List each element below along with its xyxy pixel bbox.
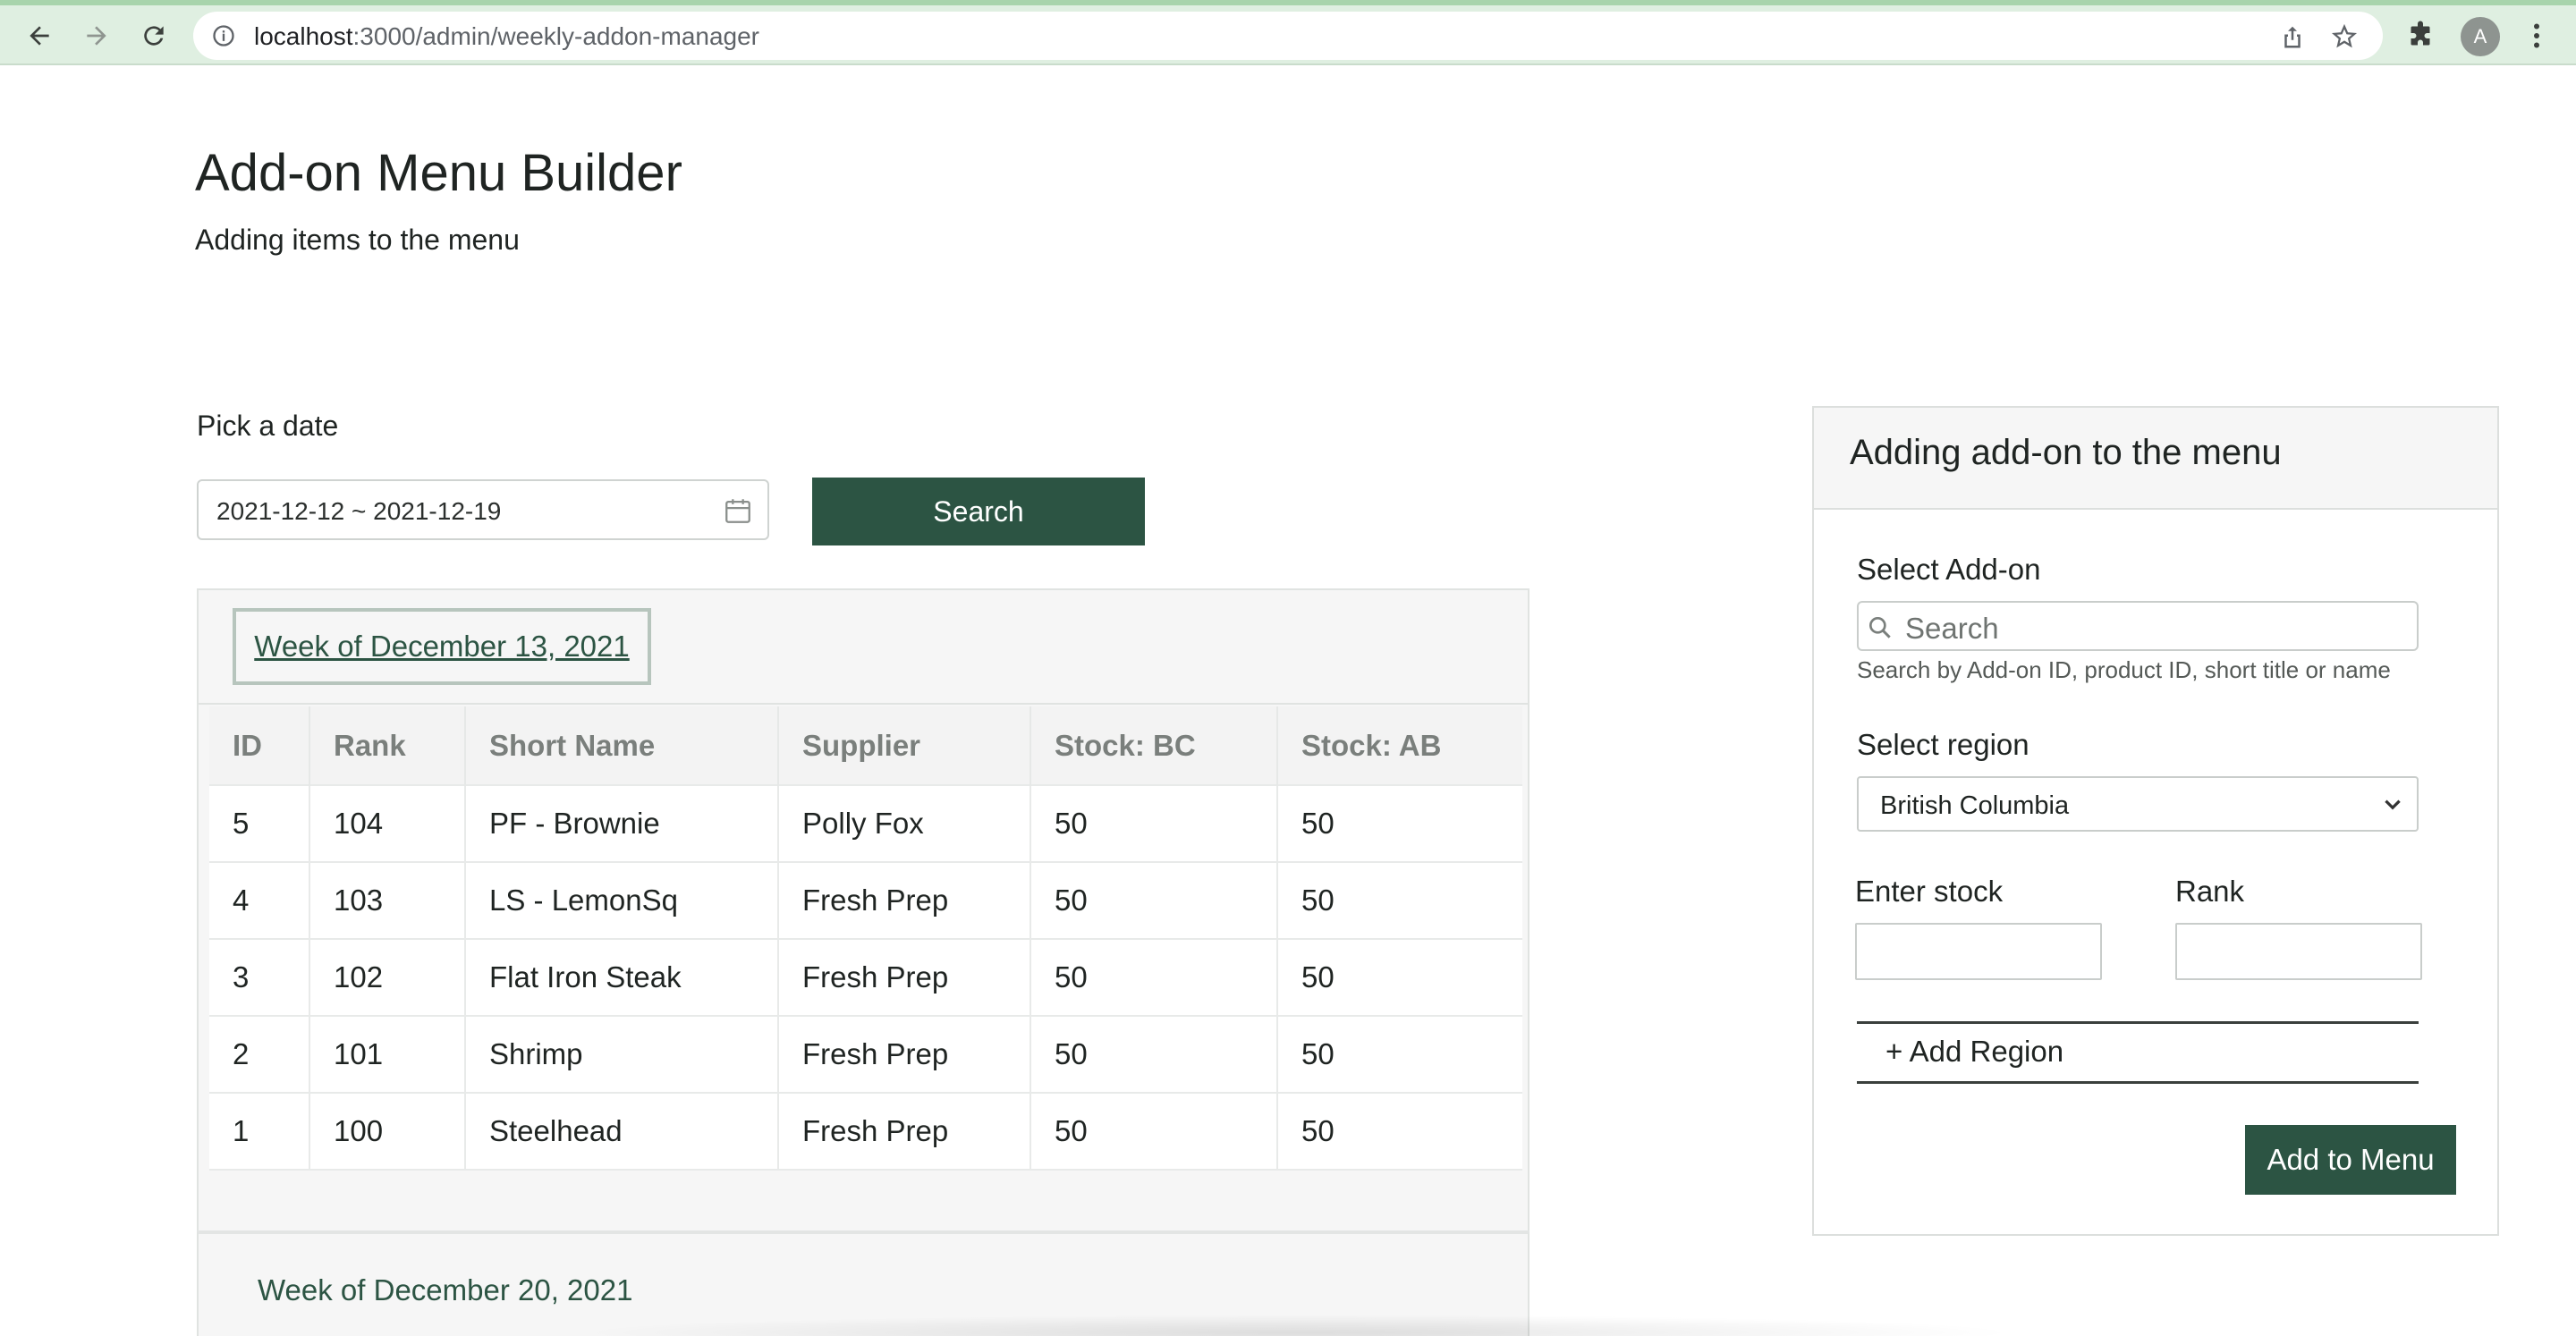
search-icon (1869, 617, 1891, 638)
rank-label: Rank (2175, 875, 2245, 908)
table-row[interactable]: 5 104 PF - Brownie Polly Fox 50 50 (209, 784, 1522, 862)
browser-toolbar: localhost:3000/admin/weekly-addon-manage… (0, 0, 2576, 65)
table-row[interactable]: 2 101 Shrimp Fresh Prep 50 50 (209, 1015, 1522, 1093)
cell-stock-ab: 50 (1277, 1015, 1522, 1093)
cell-short-name: Shrimp (465, 1015, 779, 1093)
cell-supplier: Fresh Prep (778, 1015, 1031, 1093)
cell-stock-ab: 50 (1277, 861, 1522, 939)
cell-id: 3 (209, 938, 310, 1016)
date-range-input[interactable]: 2021-12-12 ~ 2021-12-19 (197, 479, 769, 540)
cell-short-name: LS - LemonSq (465, 861, 779, 939)
cell-stock-bc: 50 (1030, 784, 1278, 862)
column-header-supplier[interactable]: Supplier (778, 706, 1031, 785)
cell-stock-bc: 50 (1030, 861, 1278, 939)
column-header-short-name[interactable]: Short Name (465, 706, 779, 785)
cell-id: 2 (209, 1015, 310, 1093)
chevron-down-icon (2385, 799, 2401, 810)
stock-input[interactable] (1855, 923, 2102, 980)
cell-short-name: Steelhead (465, 1092, 779, 1171)
arrow-left-icon (30, 26, 49, 46)
arrow-right-icon (87, 26, 106, 46)
avatar-letter: A (2473, 25, 2487, 47)
cell-stock-ab: 50 (1277, 938, 1522, 1016)
cell-rank: 100 (309, 1092, 466, 1171)
card-header: Adding add-on to the menu (1814, 408, 2497, 510)
add-region-button[interactable]: + Add Region (1857, 1021, 2419, 1084)
table-row[interactable]: 4 103 LS - LemonSq Fresh Prep 50 50 (209, 861, 1522, 939)
date-picker-label: Pick a date (197, 410, 339, 442)
cell-rank: 101 (309, 1015, 466, 1093)
cell-stock-bc: 50 (1030, 938, 1278, 1016)
addon-search-placeholder: Search (1905, 612, 1999, 645)
cell-supplier: Fresh Prep (778, 861, 1031, 939)
week-panel: Week of December 13, 2021 ID Rank Short … (197, 588, 1530, 1232)
region-select[interactable]: British Columbia (1857, 776, 2419, 832)
cell-id: 1 (209, 1092, 310, 1171)
cell-stock-ab: 50 (1277, 784, 1522, 862)
cell-stock-ab: 50 (1277, 1092, 1522, 1171)
forward-button[interactable] (79, 18, 114, 54)
cell-id: 5 (209, 784, 310, 862)
table-header-row: ID Rank Short Name Supplier Stock: BC St… (209, 706, 1522, 785)
address-bar[interactable]: localhost:3000/admin/weekly-addon-manage… (193, 12, 2383, 60)
cell-short-name: PF - Brownie (465, 784, 779, 862)
select-addon-label: Select Add-on (1857, 553, 2041, 586)
date-range-value: 2021-12-12 ~ 2021-12-19 (216, 497, 502, 525)
cell-rank: 103 (309, 861, 466, 939)
page-title: Add-on Menu Builder (195, 144, 682, 202)
scroll-shadow (572, 1315, 2021, 1336)
rank-input[interactable] (2175, 923, 2422, 980)
addon-search-hint: Search by Add-on ID, product ID, short t… (1857, 656, 2391, 683)
cell-rank: 104 (309, 784, 466, 862)
column-header-stock-ab[interactable]: Stock: AB (1277, 706, 1522, 785)
profile-avatar[interactable]: A (2461, 17, 2500, 56)
more-vertical-icon[interactable] (2521, 20, 2553, 52)
add-to-menu-button[interactable]: Add to Menu (2245, 1125, 2456, 1195)
back-button[interactable] (21, 18, 57, 54)
week-heading[interactable]: Week of December 13, 2021 (233, 608, 651, 685)
cell-stock-bc: 50 (1030, 1015, 1278, 1093)
stock-label: Enter stock (1855, 875, 2004, 908)
cell-rank: 102 (309, 938, 466, 1016)
add-addon-card: Adding add-on to the menu Select Add-on … (1812, 406, 2499, 1236)
add-region-label: + Add Region (1885, 1035, 2064, 1068)
cell-id: 4 (209, 861, 310, 939)
reload-button[interactable] (136, 18, 172, 54)
cell-short-name: Flat Iron Steak (465, 938, 779, 1016)
week-heading-link[interactable]: Week of December 13, 2021 (254, 630, 629, 664)
column-header-stock-bc[interactable]: Stock: BC (1030, 706, 1278, 785)
cell-stock-bc: 50 (1030, 1092, 1278, 1171)
addon-table: ID Rank Short Name Supplier Stock: BC St… (209, 706, 1522, 1171)
column-header-rank[interactable]: Rank (309, 706, 466, 785)
week-heading-link[interactable]: Week of December 20, 2021 (258, 1273, 632, 1307)
table-row[interactable]: 3 102 Flat Iron Steak Fresh Prep 50 50 (209, 938, 1522, 1016)
date-search-button[interactable]: Search (812, 478, 1145, 545)
region-label: Select region (1857, 728, 2029, 761)
extensions-puzzle-icon[interactable] (2404, 20, 2436, 52)
table-row[interactable]: 1 100 Steelhead Fresh Prep 50 50 (209, 1092, 1522, 1171)
card-title: Adding add-on to the menu (1850, 433, 2282, 472)
calendar-icon[interactable] (723, 495, 753, 526)
url-text: localhost:3000/admin/weekly-addon-manage… (254, 22, 760, 50)
bookmark-star-icon[interactable] (2331, 23, 2358, 50)
cell-supplier: Fresh Prep (778, 938, 1031, 1016)
cell-supplier: Fresh Prep (778, 1092, 1031, 1171)
reload-icon (144, 26, 164, 46)
column-header-id[interactable]: ID (209, 706, 310, 785)
share-icon[interactable] (2279, 23, 2306, 50)
info-icon[interactable] (211, 23, 236, 48)
divider (199, 703, 1528, 705)
cell-supplier: Polly Fox (778, 784, 1031, 862)
addon-search-input[interactable]: Search (1857, 601, 2419, 651)
page-subtitle: Adding items to the menu (195, 224, 520, 256)
region-select-value: British Columbia (1880, 791, 2070, 820)
